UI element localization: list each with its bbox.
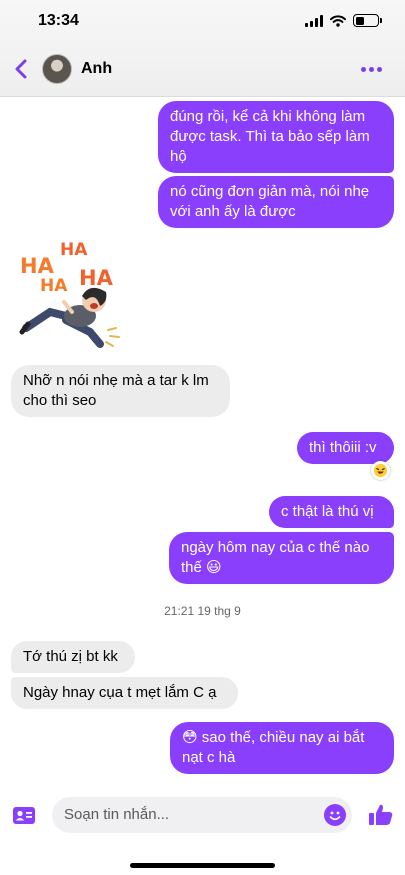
back-button[interactable] [10,56,34,82]
outgoing-message[interactable]: c thật là thú vị [269,496,394,528]
contact-card-icon[interactable] [12,806,36,826]
outgoing-message[interactable]: 😳 sao thế, chiều nay ai bắt nạt c hà [170,722,394,774]
avatar[interactable] [42,54,72,84]
message-input-placeholder: Soạn tin nhắn... [64,806,170,823]
outgoing-message[interactable]: nó cũng đơn giản mà, nói nhẹ với anh ấy … [158,176,394,228]
contact-name[interactable]: Anh [81,60,112,78]
emoji-button[interactable] [324,804,346,826]
status-icons [305,14,382,27]
thumbs-up-icon[interactable] [368,803,394,827]
more-options-button[interactable] [361,64,385,74]
top-bar: 13:34 Anh [0,0,405,97]
incoming-message[interactable]: Ngày hnay cụa t mẹt lắm C ạ [11,677,238,709]
laughing-sticker[interactable]: HA HA HA HA [16,236,126,356]
battery-icon [353,14,382,27]
outgoing-message[interactable]: đúng rồi, kể cả khi không làm được task.… [158,101,394,173]
incoming-message[interactable]: Nhỡ n nói nhẹ mà a tar k lm cho thì seo [11,365,230,417]
outgoing-message[interactable]: ngày hôm nay của c thế nào thế 😃 [169,532,394,584]
reaction-badge[interactable] [371,461,390,480]
smiley-icon [329,811,341,821]
status-time: 13:34 [38,12,79,29]
more-dot-icon [361,66,366,72]
laughing-character-icon [19,287,120,348]
wifi-icon [330,14,346,27]
message-input[interactable]: Soạn tin nhắn... [52,797,352,833]
message-timestamp: 21:21 19 thg 9 [164,604,241,618]
more-dot-icon [369,66,374,72]
more-dot-icon [377,66,382,72]
laughing-emoji-icon [373,463,388,478]
outgoing-message[interactable]: thì thôiii :v [297,432,394,464]
incoming-message[interactable]: Tớ thú zị bt kk [11,641,135,673]
signal-icon [305,14,323,27]
home-indicator [130,863,275,868]
